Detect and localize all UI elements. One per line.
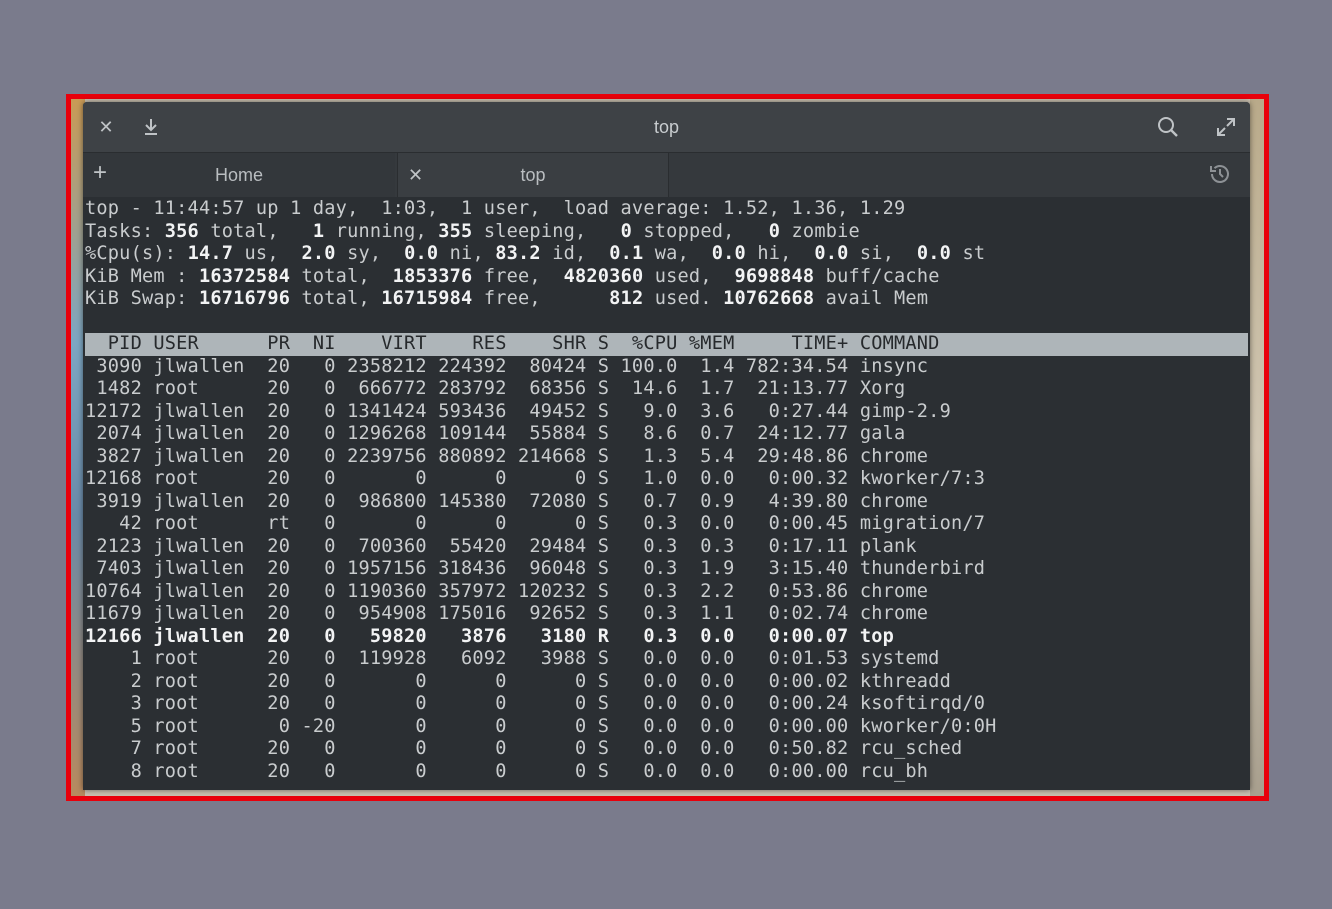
tab-bar: + Home ✕ top xyxy=(83,152,1250,197)
swap-label: KiB Swap: xyxy=(85,288,199,309)
process-row: 7403 jlwallen 20 0 1957156 318436 96048 … xyxy=(85,558,986,579)
cpu-sy: 2.0 xyxy=(301,243,336,264)
swap-line: KiB Swap: 16716796 total, 16715984 free,… xyxy=(85,288,1250,311)
tasks-text: zombie xyxy=(780,220,860,242)
terminal-output: top - 11:44:57 up 1 day, 1:03, 1 user, l… xyxy=(83,197,1250,783)
mem-label: KiB Mem : xyxy=(85,265,199,287)
process-row: 7 root 20 0 0 0 0 S 0.0 0.0 0:50.82 rcu_… xyxy=(85,738,963,759)
tab-home-label: Home xyxy=(214,164,263,185)
tasks-text: sleeping, xyxy=(472,220,621,242)
tasks-label: Tasks: xyxy=(85,220,165,242)
cpu-id: 83.2 xyxy=(495,243,541,264)
process-row: 2123 jlwallen 20 0 700360 55420 29484 S … xyxy=(85,535,917,557)
tasks-sleeping: 355 xyxy=(438,220,473,242)
cpu-ni: 0.0 xyxy=(404,243,439,264)
cpu-text: id, xyxy=(540,243,610,264)
cpu-si: 0.0 xyxy=(814,243,849,264)
tasks-zombie: 0 xyxy=(768,220,781,242)
mem-buff-cache: 9698848 xyxy=(734,265,815,287)
tasks-text: stopped, xyxy=(632,220,769,242)
tasks-text: running, xyxy=(324,220,439,242)
process-table-header: PID USER PR NI VIRT RES SHR S %CPU %MEM … xyxy=(85,333,1248,356)
swap-avail: 10762668 xyxy=(723,288,815,309)
swap-text: used. xyxy=(643,288,724,309)
process-row: 2 root 20 0 0 0 0 S 0.0 0.0 0:00.02 kthr… xyxy=(85,670,951,692)
process-row: 3090 jlwallen 20 0 2358212 224392 80424 … xyxy=(85,355,929,377)
process-row: 8 root 20 0 0 0 0 S 0.0 0.0 0:00.00 rcu_… xyxy=(85,760,929,782)
swap-total: 16716796 xyxy=(198,288,291,309)
swap-used: 812 xyxy=(609,288,644,309)
process-row: 3827 jlwallen 20 0 2239756 880892 214668… xyxy=(85,445,929,467)
cpu-text: si, xyxy=(848,243,917,264)
cpu-text: wa, xyxy=(643,243,712,264)
swap-text: free, xyxy=(472,288,610,309)
process-row: 2074 jlwallen 20 0 1296268 109144 55884 … xyxy=(85,423,906,444)
cpu-text: hi, xyxy=(745,243,815,264)
process-row: 5 root 0 -20 0 0 0 S 0.0 0.0 0:00.00 kwo… xyxy=(85,715,997,737)
uptime-line: top - 11:44:57 up 1 day, 1:03, 1 user, l… xyxy=(85,198,906,219)
tab-top[interactable]: ✕ top xyxy=(397,153,669,197)
tasks-text: total, xyxy=(198,220,313,242)
cpu-label: %Cpu(s): xyxy=(85,243,188,264)
tasks-running: 1 xyxy=(312,220,325,242)
process-row: 1482 root 20 0 666772 283792 68356 S 14.… xyxy=(85,378,906,399)
cpu-st: 0.0 xyxy=(916,243,952,264)
cpu-text: st xyxy=(951,243,986,264)
cpu-hi: 0.0 xyxy=(711,243,746,264)
terminal-window: ✕ top + Home ✕ top top - 11:44:57 up 1 d… xyxy=(83,102,1250,790)
maximize-icon[interactable] xyxy=(1213,114,1239,140)
process-row: 42 root rt 0 0 0 0 S 0.3 0.0 0:00.45 mig… xyxy=(85,513,986,534)
mem-text: total, xyxy=(290,265,393,287)
process-row: 1 root 20 0 119928 6092 3988 S 0.0 0.0 0… xyxy=(85,648,940,669)
cpu-text: ni, xyxy=(438,243,496,264)
cpu-line: %Cpu(s): 14.7 us, 2.0 sy, 0.0 ni, 83.2 i… xyxy=(85,243,1250,266)
process-row: 3 root 20 0 0 0 0 S 0.0 0.0 0:00.24 ksof… xyxy=(85,693,986,714)
process-row: 12168 root 20 0 0 0 0 S 1.0 0.0 0:00.32 … xyxy=(85,468,986,489)
process-row: 11679 jlwallen 20 0 954908 175016 92652 … xyxy=(85,603,929,624)
swap-text: avail Mem xyxy=(814,288,929,309)
process-row-current: 12166 jlwallen 20 0 59820 3876 3180 R 0.… xyxy=(85,625,895,647)
tab-home[interactable]: + Home xyxy=(83,153,395,197)
process-row: 12172 jlwallen 20 0 1341424 593436 49452… xyxy=(85,400,951,422)
history-icon[interactable] xyxy=(1207,161,1233,187)
swap-free: 16715984 xyxy=(381,288,473,309)
cpu-text: us, xyxy=(233,243,302,264)
search-icon[interactable] xyxy=(1155,114,1181,140)
window-title: top xyxy=(653,117,680,137)
desktop-wallpaper-right xyxy=(1250,99,1264,796)
process-row: 10764 jlwallen 20 0 1190360 357972 12023… xyxy=(85,580,929,602)
cpu-us: 14.7 xyxy=(187,243,234,264)
cpu-text: sy, xyxy=(335,243,405,264)
tab-top-label: top xyxy=(520,164,546,185)
process-row: 3919 jlwallen 20 0 986800 145380 72080 S… xyxy=(85,490,929,512)
mem-total: 16372584 xyxy=(198,265,291,287)
tasks-line: Tasks: 356 total, 1 running, 355 sleepin… xyxy=(85,221,1250,244)
mem-used: 4820360 xyxy=(563,265,644,287)
mem-free: 1853376 xyxy=(392,265,473,287)
mem-text: buff/cache xyxy=(814,265,940,287)
cpu-wa: 0.1 xyxy=(609,243,644,264)
swap-text: total, xyxy=(290,288,382,309)
title-bar: ✕ top xyxy=(83,102,1250,152)
tasks-stopped: 0 xyxy=(620,220,632,242)
tasks-total: 356 xyxy=(164,220,199,242)
mem-line: KiB Mem : 16372584 total, 1853376 free, … xyxy=(85,266,1250,289)
mem-text: used, xyxy=(643,265,735,287)
mem-text: free, xyxy=(472,265,564,287)
